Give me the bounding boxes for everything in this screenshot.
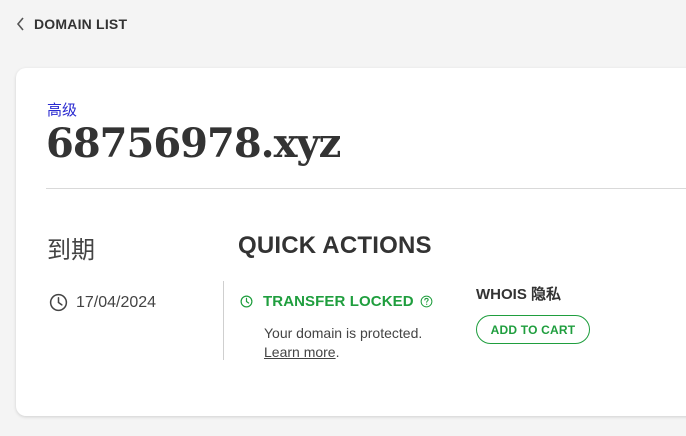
help-circle-icon[interactable] [420,295,433,308]
transfer-lock-status: TRANSFER LOCKED Your domain is protected… [240,293,433,362]
transfer-description: Your domain is protected. [264,325,423,341]
link-suffix: . [335,344,340,360]
domain-card: 高级 68756978.xyz 到期 17/04/2024 QUICK ACTI… [16,68,686,416]
back-link-label: DOMAIN LIST [34,16,128,32]
section-divider [223,281,224,360]
transfer-status-label: TRANSFER LOCKED [263,293,414,310]
expiry-date-row: 17/04/2024 [49,293,156,312]
expiry-date: 17/04/2024 [76,293,157,311]
back-to-domain-list-link[interactable]: DOMAIN LIST [16,16,127,32]
expiry-heading: 到期 [47,237,95,264]
domain-name-title: 68756978.xyz [46,120,341,167]
header-divider [46,188,686,189]
chevron-left-icon [16,17,24,31]
quick-actions-heading: QUICK ACTIONS [238,232,432,259]
clock-icon [49,293,68,312]
whois-privacy-title: WHOIS 隐私 [476,286,561,303]
clock-icon [240,295,253,308]
learn-more-link[interactable]: Learn more [264,344,336,360]
domain-tier-label: 高级 [47,102,78,119]
whois-privacy-section: WHOIS 隐私 ADD TO CART [476,283,590,344]
add-to-cart-button[interactable]: ADD TO CART [476,315,590,344]
